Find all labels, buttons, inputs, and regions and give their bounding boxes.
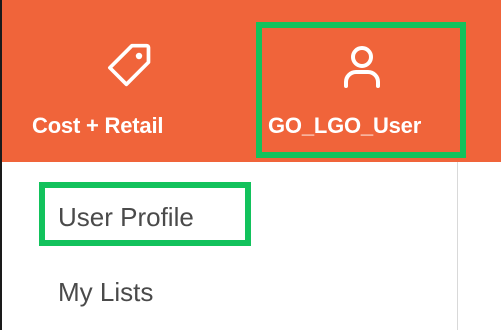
menu-item-my-lists[interactable]: My Lists <box>58 277 153 308</box>
tag-icon <box>106 42 154 95</box>
nav-cost-retail[interactable]: Cost + Retail <box>24 0 232 162</box>
user-dropdown-menu: User Profile My Lists <box>2 162 458 330</box>
nav-user-label: GO_LGO_User <box>268 113 422 138</box>
top-navigation-bar: Cost + Retail GO_LGO_User <box>2 0 501 162</box>
nav-user-account[interactable]: GO_LGO_User <box>256 0 466 162</box>
user-icon <box>338 42 386 95</box>
app-frame: Cost + Retail GO_LGO_User User Profile M… <box>0 0 501 330</box>
menu-item-user-profile[interactable]: User Profile <box>58 202 194 233</box>
nav-cost-retail-label: Cost + Retail <box>32 113 164 138</box>
